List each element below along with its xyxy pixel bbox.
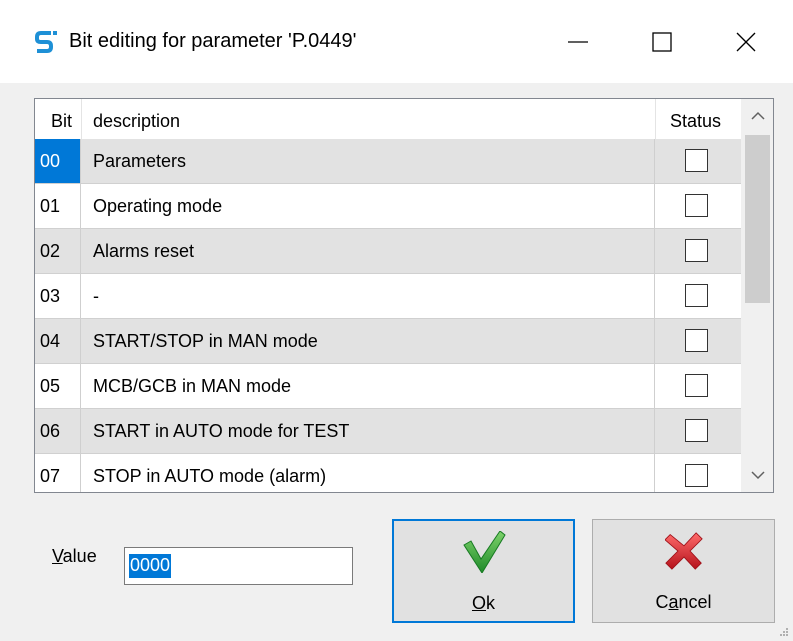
table-header: Bit description Status xyxy=(35,99,741,139)
bit-cell[interactable]: 03 xyxy=(35,274,81,318)
scroll-up-button[interactable] xyxy=(741,99,773,133)
table-row[interactable]: 00 Parameters xyxy=(35,139,741,184)
table-row[interactable]: 05 MCB/GCB in MAN mode xyxy=(35,364,741,409)
checkmark-icon xyxy=(462,531,506,573)
minimize-button[interactable] xyxy=(550,18,606,66)
title-bar: Bit editing for parameter 'P.0449' xyxy=(0,0,793,83)
status-cell xyxy=(655,139,741,183)
close-button[interactable] xyxy=(718,18,774,66)
chevron-up-icon xyxy=(750,111,765,120)
description-cell[interactable]: START in AUTO mode for TEST xyxy=(81,409,655,453)
status-cell xyxy=(655,454,741,492)
cancel-label: Cancel xyxy=(593,592,774,613)
scroll-thumb[interactable] xyxy=(745,135,770,303)
description-cell[interactable]: MCB/GCB in MAN mode xyxy=(81,364,655,408)
maximize-button[interactable] xyxy=(634,18,690,66)
value-text: 0000 xyxy=(129,554,172,578)
bit-cell[interactable]: 00 xyxy=(35,139,81,183)
maximize-icon xyxy=(652,32,672,52)
status-cell xyxy=(655,409,741,453)
ok-button[interactable]: Ok xyxy=(392,519,575,623)
ok-label-mnemonic: O xyxy=(471,593,486,613)
red-x-icon xyxy=(664,532,703,570)
status-checkbox[interactable] xyxy=(685,374,708,397)
bit-cell[interactable]: 06 xyxy=(35,409,81,453)
bit-cell[interactable]: 01 xyxy=(35,184,81,228)
bit-cell[interactable]: 05 xyxy=(35,364,81,408)
description-cell[interactable]: Operating mode xyxy=(81,184,655,228)
status-checkbox[interactable] xyxy=(685,419,708,442)
header-description[interactable]: description xyxy=(93,99,180,139)
ok-label-rest: k xyxy=(486,593,495,613)
description-cell[interactable]: Alarms reset xyxy=(81,229,655,273)
ok-label: Ok xyxy=(394,593,573,614)
status-cell xyxy=(655,184,741,228)
status-checkbox[interactable] xyxy=(685,194,708,217)
status-cell xyxy=(655,229,741,273)
bit-table: Bit description Status 00 Parameters 01 … xyxy=(34,98,774,493)
description-cell[interactable]: START/STOP in MAN mode xyxy=(81,319,655,363)
close-icon xyxy=(736,32,756,52)
header-divider xyxy=(81,99,82,139)
table-row[interactable]: 02 Alarms reset xyxy=(35,229,741,274)
table-row[interactable]: 06 START in AUTO mode for TEST xyxy=(35,409,741,454)
window-title: Bit editing for parameter 'P.0449' xyxy=(69,30,357,52)
status-checkbox[interactable] xyxy=(685,464,708,487)
header-status[interactable]: Status xyxy=(670,99,721,139)
table-row[interactable]: 03 - xyxy=(35,274,741,319)
description-cell[interactable]: Parameters xyxy=(81,139,655,183)
status-checkbox[interactable] xyxy=(685,239,708,262)
description-cell[interactable]: STOP in AUTO mode (alarm) xyxy=(81,454,655,492)
bit-cell[interactable]: 07 xyxy=(35,454,81,492)
table-row[interactable]: 04 START/STOP in MAN mode xyxy=(35,319,741,364)
chevron-down-icon xyxy=(750,471,765,480)
header-bit[interactable]: Bit xyxy=(51,99,72,139)
vertical-scrollbar[interactable] xyxy=(741,99,773,492)
app-icon xyxy=(33,29,59,55)
description-cell[interactable]: - xyxy=(81,274,655,318)
cancel-label-rest: ncel xyxy=(678,592,712,612)
status-checkbox[interactable] xyxy=(685,284,708,307)
status-checkbox[interactable] xyxy=(685,329,708,352)
value-label: Value xyxy=(52,546,97,567)
table-row[interactable]: 01 Operating mode xyxy=(35,184,741,229)
bit-cell[interactable]: 02 xyxy=(35,229,81,273)
header-divider xyxy=(655,99,656,139)
status-cell xyxy=(655,364,741,408)
table-row[interactable]: 07 STOP in AUTO mode (alarm) xyxy=(35,454,741,492)
value-label-rest: alue xyxy=(62,546,97,566)
status-cell xyxy=(655,319,741,363)
cancel-label-mnemonic: a xyxy=(668,592,679,612)
bit-cell[interactable]: 04 xyxy=(35,319,81,363)
cancel-button[interactable]: Cancel xyxy=(592,519,775,623)
value-label-mnemonic: V xyxy=(52,546,63,566)
cancel-label-prefix: C xyxy=(655,592,669,612)
status-checkbox[interactable] xyxy=(685,149,708,172)
value-input[interactable]: 0000 xyxy=(124,547,353,585)
resize-grip-icon[interactable] xyxy=(779,627,789,637)
minimize-icon xyxy=(568,41,588,43)
status-cell xyxy=(655,274,741,318)
scroll-down-button[interactable] xyxy=(741,458,773,492)
